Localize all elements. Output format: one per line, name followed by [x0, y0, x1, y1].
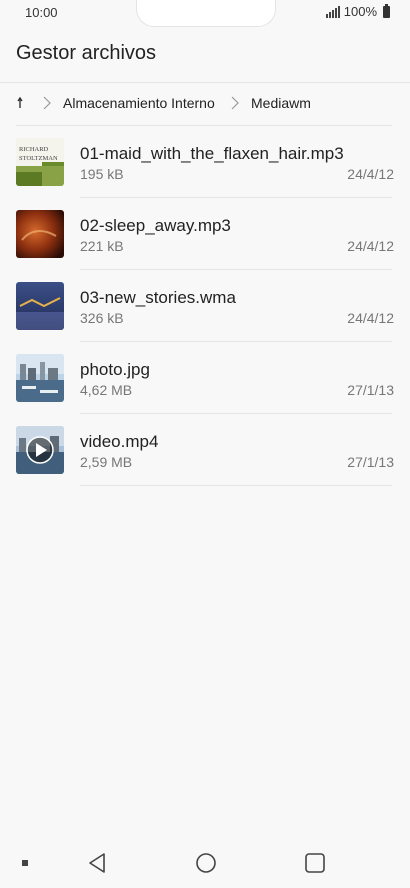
file-row[interactable]: 03-new_stories.wma 326 kB 24/4/12 [0, 270, 410, 342]
file-size: 326 kB [80, 310, 124, 326]
file-date: 24/4/12 [347, 238, 394, 254]
navigation-bar [0, 836, 410, 888]
chevron-right-icon [231, 96, 239, 110]
file-date: 27/1/13 [347, 454, 394, 470]
status-time: 10:00 [25, 5, 58, 20]
breadcrumb-item-mediawm[interactable]: Mediawm [251, 95, 311, 111]
status-bar: 10:00 100% [0, 0, 410, 27]
file-list: RICHARD STOLTZMAN 01-maid_with_the_flaxe… [0, 126, 410, 486]
file-date: 24/4/12 [347, 310, 394, 326]
back-icon[interactable] [86, 852, 108, 874]
up-folder-icon[interactable] [17, 96, 31, 110]
album-art-text-2: STOLTZMAN [19, 155, 58, 162]
file-row[interactable]: 02-sleep_away.mp3 221 kB 24/4/12 [0, 198, 410, 270]
battery-icon [383, 3, 390, 18]
home-icon[interactable] [195, 852, 217, 874]
sleep-away-album-art [16, 210, 64, 258]
file-name: video.mp4 [80, 432, 159, 451]
harbor-photo [16, 354, 64, 402]
harbor-video-thumbnail [16, 426, 64, 474]
file-date: 27/1/13 [347, 382, 394, 398]
signal-icon [325, 5, 340, 18]
file-row[interactable]: video.mp4 2,59 MB 27/1/13 [0, 414, 410, 486]
display-notch [136, 0, 276, 27]
file-name: 02-sleep_away.mp3 [80, 216, 231, 235]
file-name: photo.jpg [80, 360, 150, 379]
new-stories-album-art [16, 282, 64, 330]
file-name: 01-maid_with_the_flaxen_hair.mp3 [80, 144, 344, 163]
file-size: 4,62 MB [80, 382, 133, 398]
file-size: 221 kB [80, 238, 124, 254]
richard-stoltzman-album-art: RICHARD STOLTZMAN [16, 138, 64, 186]
nav-indicator-icon [22, 860, 28, 866]
file-row[interactable]: RICHARD STOLTZMAN 01-maid_with_the_flaxe… [0, 126, 410, 198]
breadcrumb-item-internal-storage[interactable]: Almacenamiento Interno [63, 95, 215, 111]
album-art-text-1: RICHARD [19, 146, 49, 153]
breadcrumb: Almacenamiento Interno Mediawm [0, 84, 410, 124]
status-indicators: 100% [325, 3, 390, 19]
file-row[interactable]: photo.jpg 4,62 MB 27/1/13 [0, 342, 410, 414]
file-date: 24/4/12 [347, 166, 394, 182]
recent-apps-icon[interactable] [304, 852, 326, 874]
file-size: 2,59 MB [80, 454, 133, 470]
battery-percent: 100% [343, 4, 377, 19]
file-name: 03-new_stories.wma [80, 288, 236, 307]
page-title: Gestor archivos [16, 42, 157, 64]
chevron-right-icon [43, 96, 51, 110]
row-divider [80, 485, 392, 486]
file-size: 195 kB [80, 166, 124, 182]
title-divider [0, 82, 410, 83]
